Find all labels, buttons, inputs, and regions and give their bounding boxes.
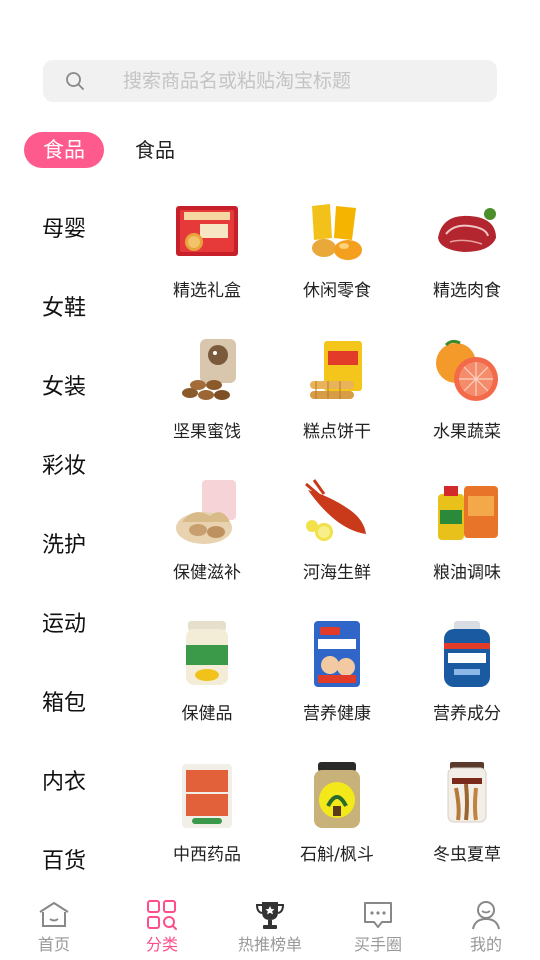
trophy-icon xyxy=(255,902,285,929)
grid-item-seafood[interactable]: 河海生鲜 xyxy=(272,476,402,584)
grid-item-tonic[interactable]: 保健滋补 xyxy=(142,476,272,584)
cordyceps-icon xyxy=(447,762,487,823)
grid-item-nutrients[interactable]: 营养成分 xyxy=(402,617,532,725)
biscuit-icon xyxy=(310,341,362,399)
fruit-icon xyxy=(436,339,498,401)
category-icon xyxy=(147,900,177,930)
calcium-bottle-icon xyxy=(444,621,490,687)
sidebar-item[interactable]: 百货 xyxy=(42,847,86,877)
grid-item-grain-oil[interactable]: 粮油调味 xyxy=(402,476,532,584)
grid-item-supplement[interactable]: 保健品 xyxy=(142,617,272,725)
supplement-jar-icon xyxy=(186,621,228,685)
grid-item-medicine[interactable]: 中西药品 xyxy=(142,758,272,866)
tab-label: 首页 xyxy=(37,935,70,954)
grid-item-label: 营养健康 xyxy=(303,704,371,724)
meat-icon xyxy=(438,208,496,252)
sidebar-item[interactable]: 内衣 xyxy=(42,768,86,798)
grid-item-cordyceps[interactable]: 冬虫夏草 xyxy=(402,758,532,866)
grid-item-label: 冬虫夏草 xyxy=(433,845,501,865)
chat-icon xyxy=(364,902,392,928)
tab-buyer-circle[interactable]: 买手圈 xyxy=(324,890,432,960)
grid-item-label: 坚果蜜饯 xyxy=(173,422,241,442)
search-bar[interactable]: 搜索商品名或粘贴淘宝标题 xyxy=(43,60,497,102)
tab-category[interactable]: 分类 xyxy=(108,890,216,960)
grid-item-label: 石斛/枫斗 xyxy=(300,845,374,865)
tab-label: 分类 xyxy=(145,935,178,954)
sidebar-item[interactable]: 彩妆 xyxy=(42,452,86,482)
milk-powder-icon xyxy=(314,621,360,687)
search-placeholder: 搜索商品名或粘贴淘宝标题 xyxy=(123,70,352,92)
tab-label: 买手圈 xyxy=(353,935,402,954)
grid-item-nuts[interactable]: 坚果蜜饯 xyxy=(142,335,272,443)
dendrobium-jar-icon xyxy=(314,762,360,828)
snack-icon xyxy=(312,204,362,260)
grain-oil-icon xyxy=(438,486,498,540)
sidebar-item[interactable]: 女鞋 xyxy=(42,294,86,324)
grid-item-meat[interactable]: 精选肉食 xyxy=(402,194,532,302)
tonic-icon xyxy=(176,480,236,544)
bottom-tab-bar: 首页 分类 热推榜单 买手圈 我的 xyxy=(0,890,540,960)
grid-item-label: 糕点饼干 xyxy=(303,422,371,442)
sidebar-item[interactable]: 女装 xyxy=(42,373,86,403)
grid-item-label: 水果蔬菜 xyxy=(433,422,501,442)
grid-item-label: 精选礼盒 xyxy=(173,281,241,301)
sidebar-item[interactable]: 箱包 xyxy=(42,689,86,719)
seafood-icon xyxy=(305,479,366,541)
grid-item-label: 保健滋补 xyxy=(173,563,241,583)
tab-hot-list[interactable]: 热推榜单 xyxy=(216,890,324,960)
nuts-icon xyxy=(182,339,236,400)
grid-item-label: 休闲零食 xyxy=(303,281,371,301)
sidebar-item[interactable]: 运动 xyxy=(42,610,86,640)
tab-label: 我的 xyxy=(469,935,502,954)
gift-box-icon xyxy=(176,206,238,256)
tab-label: 热推榜单 xyxy=(237,935,302,954)
grid-item-label: 粮油调味 xyxy=(433,563,501,583)
grid-item-gift-box[interactable]: 精选礼盒 xyxy=(142,194,272,302)
grid-item-label: 保健品 xyxy=(181,704,233,724)
profile-icon xyxy=(472,901,500,930)
tab-home[interactable]: 首页 xyxy=(0,890,108,960)
sidebar-item[interactable]: 洗护 xyxy=(42,531,86,561)
search-icon xyxy=(66,72,84,90)
grid-item-snacks[interactable]: 休闲零食 xyxy=(272,194,402,302)
grid-item-dendrobium[interactable]: 石斛/枫斗 xyxy=(272,758,402,866)
grid-item-fruit[interactable]: 水果蔬菜 xyxy=(402,335,532,443)
grid-item-nutrition[interactable]: 营养健康 xyxy=(272,617,402,725)
home-icon xyxy=(39,902,69,927)
category-title: 食品 xyxy=(135,138,175,162)
tab-profile[interactable]: 我的 xyxy=(432,890,540,960)
grid-item-label: 营养成分 xyxy=(433,704,501,724)
grid-item-biscuits[interactable]: 糕点饼干 xyxy=(272,335,402,443)
grid-item-label: 中西药品 xyxy=(173,845,241,865)
grid-item-label: 河海生鲜 xyxy=(303,563,371,583)
category-pill-active[interactable]: 食品 xyxy=(24,132,104,168)
grid-item-label: 精选肉食 xyxy=(433,281,501,301)
medicine-box-icon xyxy=(182,764,232,828)
sidebar-item[interactable]: 母婴 xyxy=(42,215,86,245)
